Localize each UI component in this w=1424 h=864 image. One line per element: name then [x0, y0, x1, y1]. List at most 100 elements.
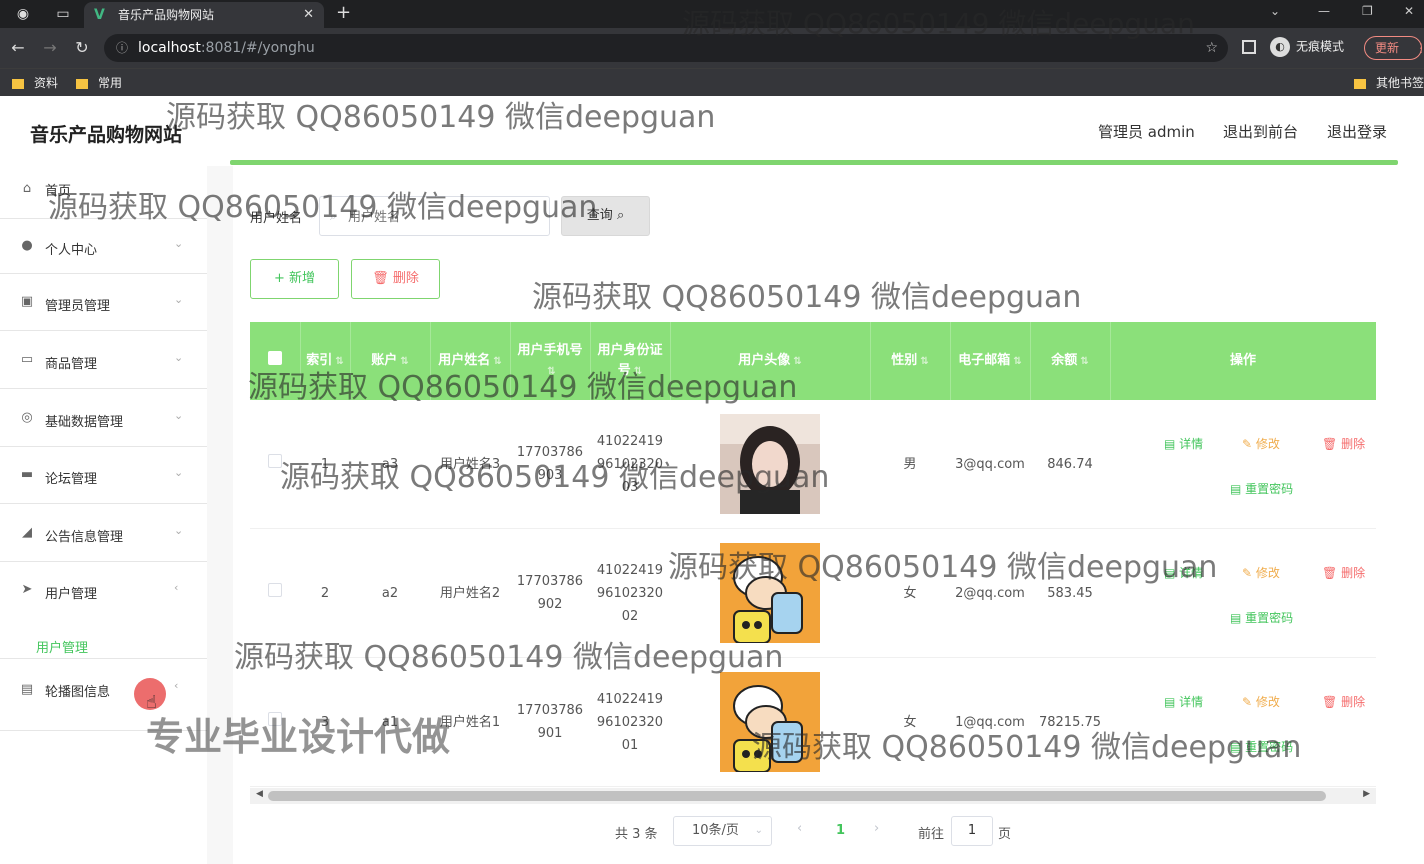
sort-icon[interactable]: ⇅	[920, 356, 928, 367]
incognito-icon: ◐	[1270, 37, 1290, 57]
header-accent-bar	[230, 160, 1398, 165]
page-suffix: 页	[998, 827, 1012, 842]
page-size-value: 10条/页	[692, 823, 739, 838]
sort-icon[interactable]: ⇅	[1080, 356, 1088, 367]
scroll-right-icon[interactable]: ▶	[1363, 789, 1370, 799]
reset-password-button[interactable]: ▤ 重置密码	[1230, 607, 1293, 630]
site-info-icon[interactable]: ⓘ	[116, 34, 128, 62]
row-checkbox[interactable]	[268, 453, 282, 468]
menu-dots-icon[interactable]: ⋮	[1415, 37, 1424, 59]
back-icon[interactable]: ←	[8, 38, 28, 57]
minimize-icon[interactable]: —	[1318, 4, 1330, 18]
chevron-down-icon: ⌄	[174, 524, 184, 537]
sidebar-item-basic-data[interactable]: ◎ 基础数据管理 ⌄	[0, 391, 207, 447]
sort-icon[interactable]: ⇅	[400, 356, 408, 367]
column-header-gender[interactable]: 性别 ⇅	[870, 322, 951, 400]
scrollbar-thumb[interactable]	[268, 791, 1326, 801]
row-checkbox[interactable]	[268, 582, 282, 597]
app-title: 音乐产品购物网站	[30, 124, 183, 146]
search-button[interactable]: 查询 ⌕	[561, 196, 650, 236]
close-window-icon[interactable]: ✕	[1404, 4, 1414, 18]
edit-button[interactable]: ✎ 修改	[1242, 691, 1280, 714]
sort-icon[interactable]: ⇅	[493, 356, 501, 367]
detail-button[interactable]: ▤ 详情	[1164, 691, 1203, 714]
detail-button[interactable]: ▤ 详情	[1164, 433, 1203, 456]
sort-icon[interactable]: ⇅	[547, 366, 555, 377]
column-header-idcard[interactable]: 用户身份证号 ⇅	[590, 322, 671, 400]
new-tab-icon[interactable]: +	[336, 2, 351, 23]
cell-index: 2	[300, 528, 350, 658]
column-header-name[interactable]: 用户姓名 ⇅	[430, 322, 511, 400]
column-header-phone[interactable]: 用户手机号 ⇅	[510, 322, 591, 400]
table-row: 2 a2 用户姓名2 17703786902 410224199610232002 女 2@…	[250, 528, 1376, 658]
current-page[interactable]: 1	[836, 823, 845, 838]
user-avatar	[720, 414, 820, 514]
maximize-icon[interactable]: ❐	[1362, 4, 1373, 18]
reset-password-button[interactable]: ▤ 重置密码	[1230, 478, 1293, 501]
sidebar-item-admins[interactable]: ▣ 管理员管理 ⌄	[0, 275, 207, 331]
column-header-balance[interactable]: 余额 ⇅	[1030, 322, 1111, 400]
sort-icon[interactable]: ⇅	[634, 366, 642, 377]
bookmark-folder-2[interactable]: 常用	[76, 74, 122, 91]
reload-icon[interactable]: ↻	[72, 38, 92, 57]
cell-idcard: 410224199610232001	[590, 657, 670, 787]
goto-page-input[interactable]: 1	[951, 816, 993, 846]
sort-icon[interactable]: ⇅	[793, 356, 801, 367]
sidebar-item-profile[interactable]: ● 个人中心 ⌄	[0, 218, 207, 274]
browser-tab[interactable]: V 音乐产品购物网站 ✕	[84, 2, 324, 28]
bookmark-star-icon[interactable]: ☆	[1205, 34, 1218, 62]
row-delete-button[interactable]: 🗑 删除	[1322, 433, 1365, 456]
scroll-left-icon[interactable]: ◀	[256, 789, 263, 799]
prev-page-icon[interactable]: ‹	[797, 821, 802, 836]
search-input[interactable]	[348, 207, 538, 227]
column-header-email[interactable]: 电子邮箱 ⇅	[950, 322, 1031, 400]
delete-button[interactable]: 🗑 删除	[351, 259, 440, 299]
sidebar-item-notices[interactable]: ◢ 公告信息管理 ⌄	[0, 506, 207, 562]
incognito-indicator[interactable]: ◐ 无痕模式	[1270, 37, 1344, 57]
sidebar-item-products[interactable]: ▭ 商品管理 ⌄	[0, 333, 207, 389]
page-size-select[interactable]: 10条/页 ⌄	[673, 816, 772, 846]
header-label: 账户	[371, 352, 398, 368]
reset-password-button[interactable]: ▤ 重置密码	[1230, 736, 1293, 759]
row-delete-button[interactable]: 🗑 删除	[1322, 691, 1365, 714]
tab-search-icon[interactable]: ◉	[14, 5, 32, 23]
window-icon[interactable]: ▭	[54, 5, 72, 23]
forward-icon[interactable]: →	[40, 38, 60, 57]
edit-button[interactable]: ✎ 修改	[1242, 562, 1280, 585]
add-button[interactable]: + 新增	[250, 259, 339, 299]
horizontal-scrollbar[interactable]: ◀ ▶	[250, 788, 1376, 804]
admin-icon: ▣	[20, 294, 34, 309]
cell-gender: 女	[870, 528, 950, 658]
sidebar-item-users[interactable]: ➤ 用户管理 ‹	[0, 563, 207, 659]
sort-icon[interactable]: ⇅	[1013, 356, 1021, 367]
logout-link[interactable]: 退出登录	[1327, 121, 1387, 142]
detail-button[interactable]: ▤ 详情	[1164, 562, 1203, 585]
sidebar-item-home[interactable]: ⌂ 首页	[0, 166, 207, 218]
url-path: :8081/#/yonghu	[200, 40, 315, 56]
update-button[interactable]: 更新 ⋮	[1364, 36, 1424, 60]
sort-icon[interactable]: ⇅	[335, 356, 343, 367]
pagination-total: 共 3 条	[615, 827, 658, 842]
back-to-front-link[interactable]: 退出到前台	[1223, 121, 1298, 142]
cell-gender: 女	[870, 657, 950, 787]
sidebar-item-forum[interactable]: ▬ 论坛管理 ⌄	[0, 448, 207, 504]
other-bookmarks[interactable]: 其他书签	[1354, 74, 1424, 91]
next-page-icon[interactable]: ›	[874, 821, 879, 836]
url-field[interactable]: ⓘ localhost:8081/#/yonghu ☆	[104, 34, 1228, 62]
tab-list-icon[interactable]: ⌄	[1270, 4, 1280, 18]
sidebar-subitem-user-management[interactable]: 用户管理	[36, 637, 88, 656]
row-delete-label: 删除	[1341, 437, 1366, 451]
select-all-checkbox[interactable]	[267, 350, 282, 365]
column-header-avatar[interactable]: 用户头像 ⇅	[670, 322, 871, 400]
tab-close-icon[interactable]: ✕	[303, 2, 314, 28]
trash-icon: 🗑	[1322, 695, 1342, 709]
edit-button[interactable]: ✎ 修改	[1242, 433, 1280, 456]
column-header-index[interactable]: 索引 ⇅	[300, 322, 351, 400]
column-header-account[interactable]: 账户 ⇅	[350, 322, 431, 400]
edit-label: 修改	[1255, 437, 1280, 451]
chevron-down-icon: ⌄	[174, 409, 184, 422]
side-panel-icon[interactable]	[1242, 40, 1256, 54]
bookmark-label: 资料	[34, 76, 59, 90]
bookmark-folder-1[interactable]: 资料	[12, 74, 58, 91]
row-delete-button[interactable]: 🗑 删除	[1322, 562, 1365, 585]
